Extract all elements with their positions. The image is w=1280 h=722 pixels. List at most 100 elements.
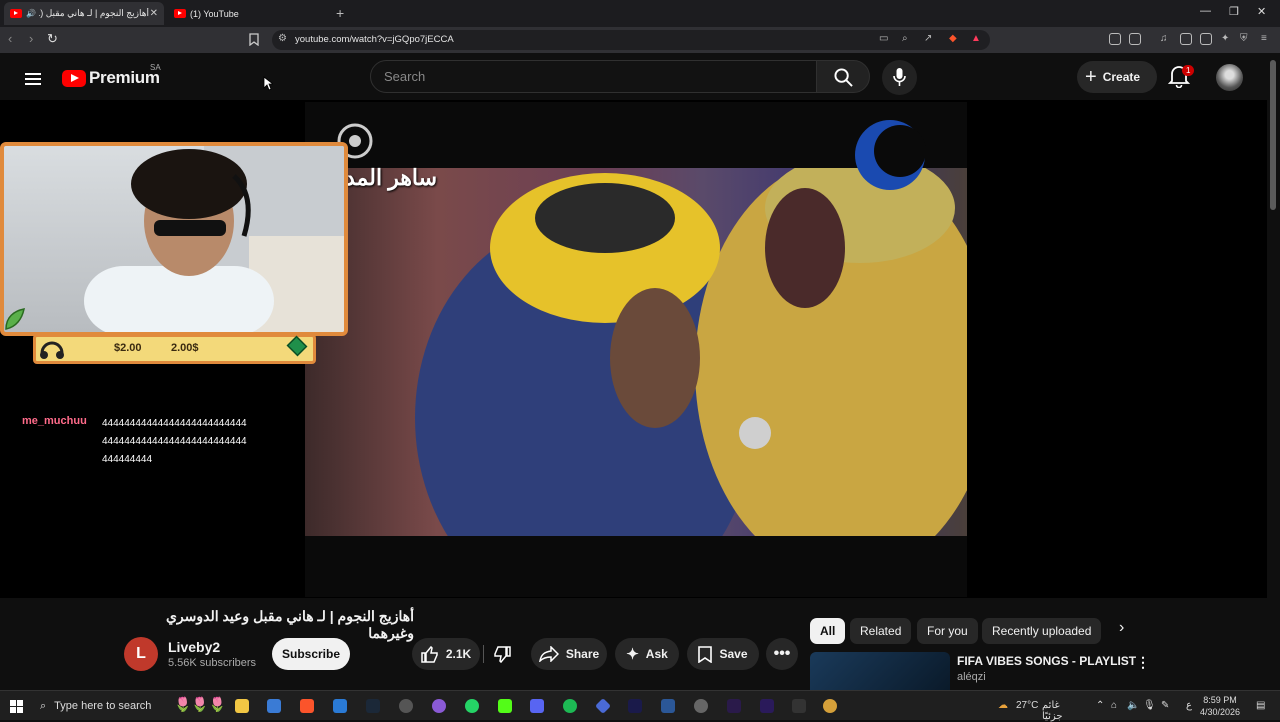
- channel-avatar[interactable]: L: [124, 637, 158, 671]
- music-icon[interactable]: ♫: [1160, 33, 1168, 44]
- input-language[interactable]: ع: [1186, 700, 1192, 711]
- discord-icon[interactable]: [530, 699, 544, 713]
- cast-icon[interactable]: ▭: [879, 33, 888, 44]
- file-explorer-icon[interactable]: [235, 699, 249, 713]
- premiere-icon[interactable]: [760, 699, 774, 713]
- channel-name[interactable]: Liveby2: [168, 639, 220, 655]
- wallet-icon[interactable]: [1129, 33, 1141, 45]
- video-content-image: [415, 153, 995, 618]
- app3-icon[interactable]: [595, 698, 611, 714]
- site-settings-icon[interactable]: ⚙: [278, 33, 287, 44]
- sidebar-icon[interactable]: [1180, 33, 1192, 45]
- tab-youtube[interactable]: (1) YouTube: [168, 2, 328, 25]
- like-count: 2.1K: [445, 647, 472, 661]
- chip-all[interactable]: All: [810, 618, 846, 644]
- new-tab-icon[interactable]: +: [336, 5, 344, 21]
- voice-search-button[interactable]: [882, 60, 917, 95]
- more-vertical-icon[interactable]: ⋮: [1136, 654, 1150, 671]
- restore-icon[interactable]: ❐: [1229, 5, 1239, 18]
- network-icon[interactable]: ⌂: [1111, 700, 1117, 711]
- dislike-button[interactable]: [484, 638, 520, 670]
- taskbar-search[interactable]: ⌕ Type here to search: [32, 691, 162, 721]
- forward-icon[interactable]: ›: [29, 31, 33, 46]
- save-label: Save: [719, 647, 748, 661]
- weather-temp[interactable]: 27°C: [1016, 700, 1038, 711]
- notification-center-icon[interactable]: ▤: [1256, 700, 1265, 711]
- menu-icon[interactable]: ≡: [1261, 33, 1267, 44]
- thumbs-up-icon: [421, 645, 438, 663]
- search-icon: ⌕: [40, 699, 47, 712]
- whatsapp-icon[interactable]: [465, 699, 479, 713]
- wallet2-icon[interactable]: [1200, 33, 1212, 45]
- close-window-icon[interactable]: ✕: [1257, 5, 1266, 18]
- chip-related[interactable]: Related: [850, 618, 912, 644]
- extensions-icon[interactable]: [1109, 33, 1121, 45]
- word-icon[interactable]: [661, 699, 675, 713]
- url-field[interactable]: ⚙ youtube.com/watch?v=jGQpo7jECCA ▭ ⌕ ↗ …: [272, 30, 990, 50]
- more-actions-button[interactable]: •••: [766, 638, 798, 670]
- store-icon[interactable]: [267, 699, 281, 713]
- app4-icon[interactable]: [628, 699, 642, 713]
- search-button[interactable]: [816, 60, 870, 93]
- leo-ai-icon[interactable]: ✦: [1221, 33, 1229, 44]
- volume-icon[interactable]: 🔈: [1127, 700, 1139, 711]
- fresco-icon[interactable]: [727, 699, 741, 713]
- kick-icon[interactable]: [498, 699, 512, 713]
- windows-start-icon[interactable]: [10, 700, 23, 713]
- zoom-icon[interactable]: ⌕: [902, 33, 908, 44]
- hamburger-menu-icon[interactable]: [25, 70, 41, 88]
- tv-channel-logo-icon: [855, 120, 926, 190]
- ask-button[interactable]: ✦ Ask: [615, 638, 679, 670]
- video-scene: [305, 153, 995, 618]
- app2-icon[interactable]: [432, 699, 446, 713]
- pen-icon[interactable]: ✎: [1161, 700, 1169, 711]
- close-tab-icon[interactable]: ✕: [150, 8, 158, 19]
- minimize-icon[interactable]: —: [1200, 5, 1211, 17]
- vpn-icon[interactable]: ⛨: [1240, 33, 1248, 44]
- donation-amount-usd: $2.00: [114, 342, 142, 354]
- microphone-tray-icon[interactable]: 🎙: [1143, 700, 1156, 711]
- edge-icon[interactable]: [333, 699, 347, 713]
- create-button[interactable]: + Create: [1077, 61, 1157, 93]
- subscribe-button[interactable]: Subscribe: [272, 638, 350, 670]
- scrollbar[interactable]: [1270, 60, 1276, 210]
- taskbar-clock[interactable]: 8:59 PM 4/30/2026: [1200, 694, 1240, 718]
- search-box[interactable]: [370, 60, 817, 93]
- country-code: SA: [150, 63, 161, 72]
- ask-label: Ask: [645, 647, 668, 661]
- taskbar-search-placeholder: Type here to search: [54, 700, 152, 712]
- brave-shield-icon[interactable]: ◆: [949, 33, 957, 44]
- clock-time: 8:59 PM: [1203, 695, 1237, 705]
- app6-icon[interactable]: [792, 699, 806, 713]
- app5-icon[interactable]: [694, 699, 708, 713]
- brave-browser-icon[interactable]: [300, 699, 314, 713]
- share-page-icon[interactable]: ↗: [924, 33, 932, 44]
- spotify-icon[interactable]: [563, 699, 577, 713]
- chip-recently-uploaded[interactable]: Recently uploaded: [982, 618, 1102, 644]
- recommended-title[interactable]: FIFA VIBES SONGS - PLAYLIST: [957, 654, 1136, 668]
- speaker-icon[interactable]: 🔊: [26, 9, 36, 18]
- share-button[interactable]: Share: [531, 638, 607, 670]
- reload-icon[interactable]: ↻: [47, 31, 58, 47]
- mouse-cursor-icon: [263, 76, 273, 91]
- weather-icon[interactable]: ☁: [998, 700, 1008, 711]
- recommended-thumbnail[interactable]: [810, 652, 950, 690]
- tray-chevron-icon[interactable]: ⌃: [1096, 700, 1104, 711]
- tab-active-video[interactable]: 🔊 أهازيج النجوم | لـ هاني مقبل (1) ✕: [4, 2, 164, 25]
- app7-icon[interactable]: [823, 699, 837, 713]
- streamer-image: [84, 146, 344, 332]
- save-button[interactable]: Save: [687, 638, 759, 670]
- chip-for-you[interactable]: For you: [917, 618, 978, 644]
- youtube-premium-logo[interactable]: Premium SA: [62, 63, 161, 88]
- bookmark-icon[interactable]: [249, 33, 259, 46]
- recommended-channel[interactable]: aléqzi: [957, 671, 986, 683]
- steam-icon[interactable]: [366, 699, 380, 713]
- search-input[interactable]: [384, 69, 784, 84]
- user-avatar[interactable]: [1216, 64, 1243, 91]
- chevron-right-icon[interactable]: ›: [1119, 619, 1124, 637]
- back-icon[interactable]: ‹: [8, 31, 12, 46]
- share-icon: [538, 646, 559, 662]
- brave-rewards-icon[interactable]: ▲: [971, 33, 981, 44]
- like-button[interactable]: 2.1K: [412, 638, 480, 670]
- app-icon[interactable]: [399, 699, 413, 713]
